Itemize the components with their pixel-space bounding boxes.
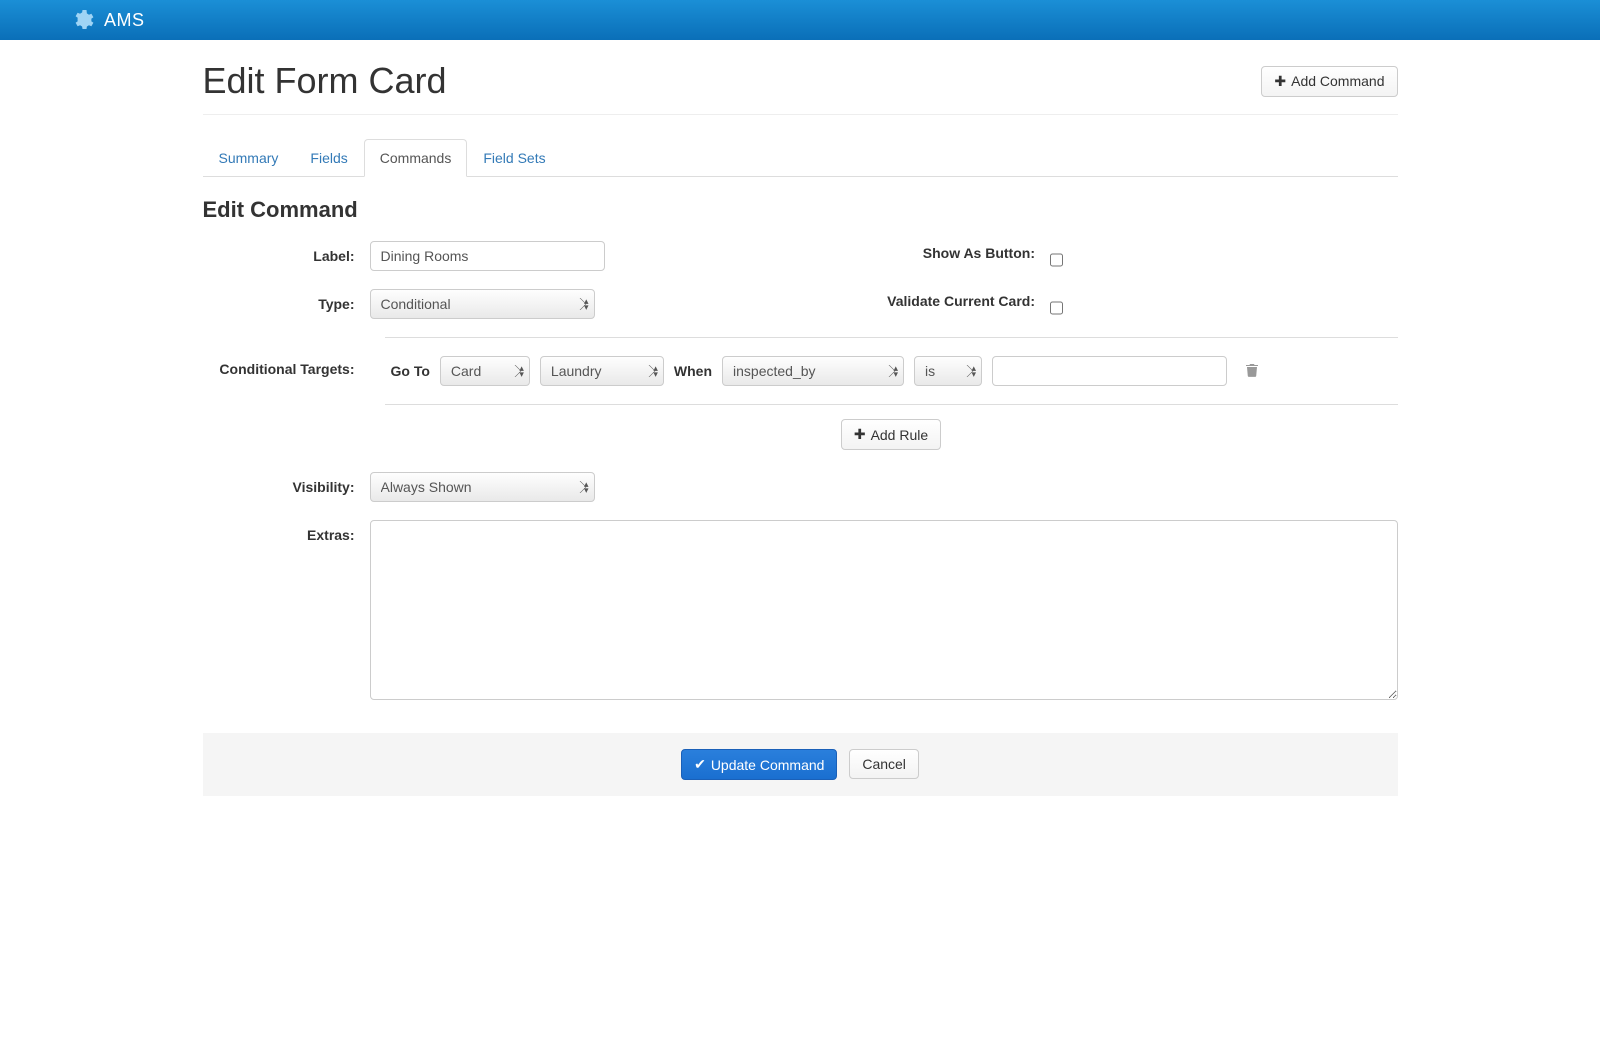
tab-field-sets[interactable]: Field Sets <box>467 139 561 177</box>
section-title: Edit Command <box>203 197 1398 223</box>
rule-value-input[interactable] <box>992 356 1227 386</box>
target-type-select[interactable]: Card <box>440 356 530 386</box>
rule-operator-select[interactable]: is <box>914 356 982 386</box>
update-command-button[interactable]: ✔ Update Command <box>681 749 837 780</box>
label-input[interactable] <box>370 241 605 271</box>
rule-row: Go To Card ▴▾ Laundry ▴▾ When inspected_… <box>385 337 1398 405</box>
label-type: Type: <box>203 289 370 319</box>
validate-current-card-checkbox[interactable] <box>1050 297 1063 319</box>
show-as-button-checkbox[interactable] <box>1050 249 1063 271</box>
label-visibility: Visibility: <box>203 472 370 502</box>
plus-icon: ✚ <box>854 426 866 443</box>
tab-summary[interactable]: Summary <box>203 139 295 177</box>
go-to-label: Go To <box>391 363 430 379</box>
add-rule-label: Add Rule <box>871 427 929 443</box>
page-title: Edit Form Card <box>203 60 447 102</box>
gear-icon <box>70 8 94 32</box>
tab-fields[interactable]: Fields <box>294 139 363 177</box>
cancel-button[interactable]: Cancel <box>849 749 919 779</box>
add-command-button[interactable]: ✚ Add Command <box>1261 66 1397 97</box>
add-command-label: Add Command <box>1291 73 1384 89</box>
label-conditional-targets: Conditional Targets: <box>203 337 370 454</box>
trash-icon[interactable] <box>1245 363 1259 380</box>
label-validate-current-card: Validate Current Card: <box>800 289 1050 319</box>
label-show-as-button: Show As Button: <box>800 241 1050 271</box>
visibility-select[interactable]: Always Shown <box>370 472 595 502</box>
brand-title[interactable]: AMS <box>104 10 145 31</box>
extras-textarea[interactable] <box>370 520 1398 700</box>
navbar: AMS <box>0 0 1600 40</box>
form-actions: ✔ Update Command Cancel <box>203 733 1398 796</box>
check-icon: ✔ <box>694 756 706 773</box>
update-command-label: Update Command <box>711 757 825 773</box>
plus-icon: ✚ <box>1274 73 1286 90</box>
label-extras: Extras: <box>203 520 370 703</box>
when-label: When <box>674 363 712 379</box>
target-value-select[interactable]: Laundry <box>540 356 664 386</box>
type-select[interactable]: Conditional <box>370 289 595 319</box>
rule-field-select[interactable]: inspected_by <box>722 356 904 386</box>
cancel-label: Cancel <box>862 756 906 772</box>
add-rule-button[interactable]: ✚ Add Rule <box>841 419 941 450</box>
tab-commands[interactable]: Commands <box>364 139 468 177</box>
tabs: Summary Fields Commands Field Sets <box>203 139 1398 177</box>
label-label: Label: <box>203 241 370 271</box>
